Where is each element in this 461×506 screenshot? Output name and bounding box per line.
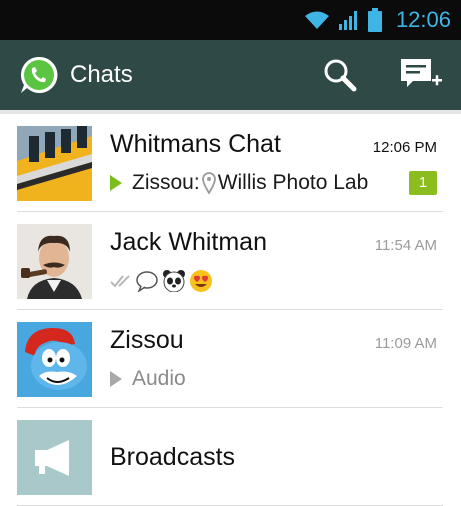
play-icon bbox=[110, 370, 122, 387]
message-preview: Willis Photo Lab bbox=[217, 170, 369, 194]
avatar[interactable] bbox=[17, 125, 92, 201]
avatar[interactable] bbox=[17, 223, 92, 299]
chat-time: 11:09 AM bbox=[374, 334, 437, 352]
page-title: Chats bbox=[70, 61, 133, 88]
play-icon bbox=[110, 174, 122, 191]
chat-name: Jack Whitman bbox=[110, 227, 267, 256]
megaphone-icon bbox=[17, 419, 92, 495]
whatsapp-logo bbox=[20, 56, 58, 93]
double-check-icon bbox=[110, 274, 130, 287]
group-photo bbox=[17, 125, 92, 201]
message-preview: Audio bbox=[132, 366, 186, 390]
panda-icon bbox=[163, 269, 185, 292]
avatar[interactable] bbox=[17, 419, 92, 495]
chat-item-whitmans-chat[interactable]: Whitmans Chat 12:06 PM Zissou: Willis Ph… bbox=[0, 114, 461, 212]
chat-name: Whitmans Chat bbox=[110, 129, 281, 158]
status-bar: 12:06 bbox=[0, 0, 461, 40]
chat-name: Broadcasts bbox=[110, 442, 236, 471]
contact-photo bbox=[17, 223, 92, 299]
heart-eyes-icon bbox=[190, 269, 212, 292]
chat-item-broadcasts[interactable]: Broadcasts bbox=[0, 408, 461, 506]
speech-bubble-icon bbox=[136, 270, 158, 292]
chat-item-jack-whitman[interactable]: Jack Whitman 11:54 AM bbox=[0, 212, 461, 310]
chat-item-zissou[interactable]: Zissou 11:09 AM Audio bbox=[0, 310, 461, 408]
signal-icon bbox=[338, 11, 357, 30]
chat-name: Zissou bbox=[110, 325, 184, 354]
chat-list: Whitmans Chat 12:06 PM Zissou: Willis Ph… bbox=[0, 114, 461, 506]
status-time: 12:06 bbox=[395, 7, 451, 32]
battery-icon bbox=[367, 8, 382, 32]
wifi-icon bbox=[304, 11, 329, 29]
avatar[interactable] bbox=[17, 321, 92, 397]
chat-time: 12:06 PM bbox=[372, 138, 437, 156]
new-chat-icon[interactable] bbox=[401, 57, 443, 93]
chat-time: 11:54 AM bbox=[374, 236, 437, 254]
action-bar: Chats bbox=[0, 40, 461, 110]
message-sender: Zissou: bbox=[132, 170, 200, 194]
unread-badge: 1 bbox=[409, 170, 437, 195]
contact-photo bbox=[17, 321, 92, 397]
search-icon[interactable] bbox=[323, 58, 357, 92]
location-pin-icon bbox=[201, 171, 216, 194]
